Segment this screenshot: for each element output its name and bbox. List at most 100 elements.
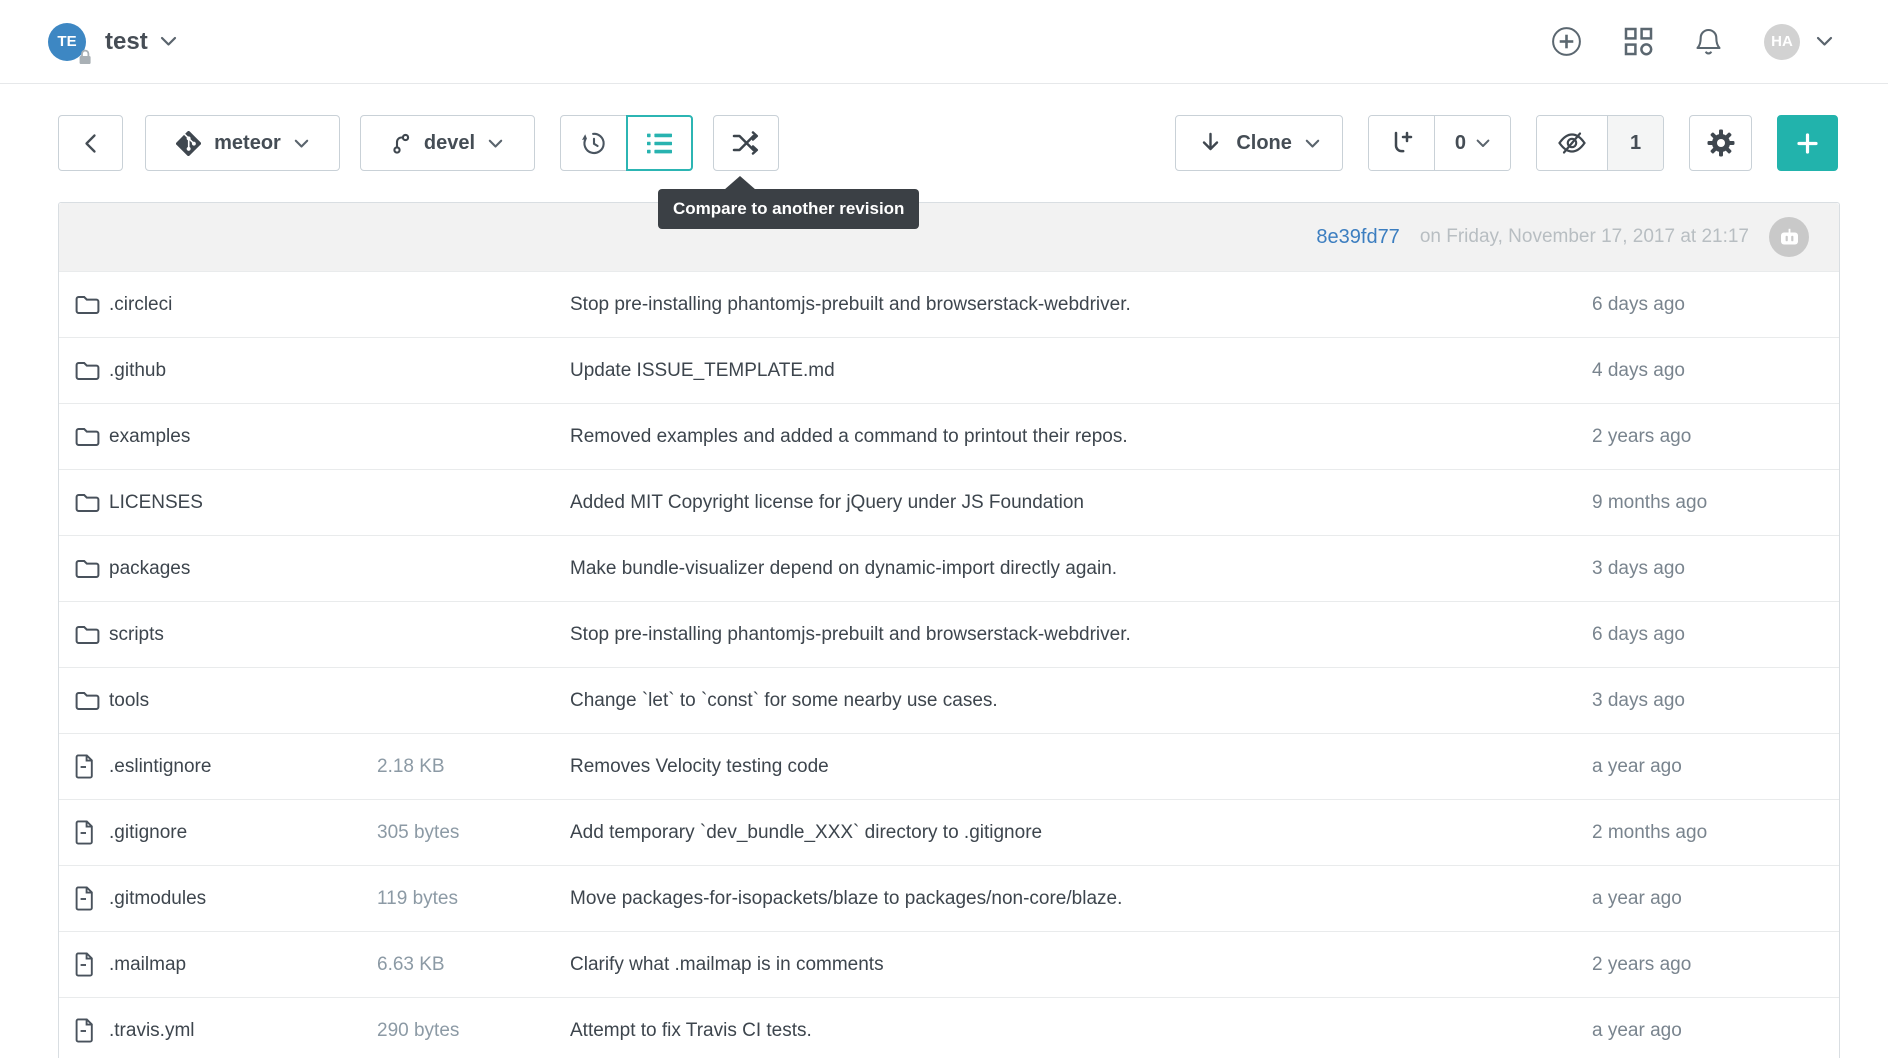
project-menu[interactable]: TE test — [48, 23, 177, 61]
last-modified-time: a year ago — [1584, 1020, 1839, 1042]
folder-icon — [75, 426, 109, 447]
table-row[interactable]: .mailmap 6.63 KB Clarify what .mailmap i… — [59, 931, 1839, 997]
file-icon — [75, 1018, 109, 1043]
apps-menu-button[interactable] — [1624, 27, 1653, 56]
download-icon — [1198, 131, 1223, 155]
commit-message-link[interactable]: Make bundle-visualizer depend on dynamic… — [562, 558, 1584, 580]
table-row[interactable]: .circleci Stop pre-installing phantomjs-… — [59, 271, 1839, 337]
table-row[interactable]: .travis.yml 290 bytes Attempt to fix Tra… — [59, 997, 1839, 1058]
repo-selector[interactable]: meteor — [145, 115, 340, 171]
commit-header: 8e39fd77 on Friday, November 17, 2017 at… — [59, 203, 1839, 271]
commit-message-link[interactable]: Change `let` to `const` for some nearby … — [562, 690, 1584, 712]
table-row[interactable]: .eslintignore 2.18 KB Removes Velocity t… — [59, 733, 1839, 799]
plus-icon — [1796, 132, 1819, 155]
commit-message-link[interactable]: Removed examples and added a command to … — [562, 426, 1584, 448]
unwatch-button[interactable] — [1537, 116, 1607, 170]
compare-revision-button[interactable] — [713, 115, 779, 171]
commit-message-link[interactable]: Stop pre-installing phantomjs-prebuilt a… — [562, 294, 1584, 316]
file-name-link[interactable]: .mailmap — [109, 954, 369, 976]
file-browser-toolbar: meteor devel — [58, 115, 1838, 171]
open-merge-request-button[interactable] — [1369, 116, 1434, 170]
file-icon — [75, 754, 109, 779]
file-name-link[interactable]: examples — [109, 426, 369, 448]
lock-icon — [78, 49, 92, 65]
history-icon — [579, 129, 608, 158]
watch-control: 1 — [1536, 115, 1664, 171]
commit-date: on Friday, November 17, 2017 at 21:17 — [1420, 226, 1749, 248]
git-repo-icon — [176, 131, 201, 156]
eye-off-icon — [1557, 130, 1587, 156]
chevron-down-icon — [1305, 139, 1320, 149]
clone-button[interactable]: Clone — [1175, 115, 1343, 171]
file-name-link[interactable]: .travis.yml — [109, 1020, 369, 1042]
add-file-button[interactable] — [1777, 115, 1838, 171]
last-modified-time: 6 days ago — [1584, 294, 1839, 316]
commit-message-link[interactable]: Move packages-for-isopackets/blaze to pa… — [562, 888, 1584, 910]
branch-icon — [392, 132, 411, 155]
merge-request-count[interactable]: 0 — [1434, 116, 1510, 170]
user-avatar-initials: HA — [1771, 33, 1793, 50]
user-avatar: HA — [1764, 24, 1800, 60]
last-modified-time: 3 days ago — [1584, 558, 1839, 580]
table-row[interactable]: .gitignore 305 bytes Add temporary `dev_… — [59, 799, 1839, 865]
user-menu[interactable]: HA — [1764, 24, 1833, 60]
last-modified-time: a year ago — [1584, 888, 1839, 910]
folder-icon — [75, 360, 109, 381]
last-modified-time: 2 years ago — [1584, 954, 1839, 976]
branch-selector[interactable]: devel — [360, 115, 535, 171]
commit-message-link[interactable]: Added MIT Copyright license for jQuery u… — [562, 492, 1584, 514]
compare-tooltip: Compare to another revision — [658, 189, 919, 229]
table-row[interactable]: LICENSES Added MIT Copyright license for… — [59, 469, 1839, 535]
file-name-link[interactable]: .gitignore — [109, 822, 369, 844]
folder-icon — [75, 558, 109, 579]
file-name-link[interactable]: tools — [109, 690, 369, 712]
back-button[interactable] — [58, 115, 123, 171]
gear-icon — [1706, 128, 1736, 158]
file-name-link[interactable]: scripts — [109, 624, 369, 646]
file-name-link[interactable]: .gitmodules — [109, 888, 369, 910]
file-name-link[interactable]: .circleci — [109, 294, 369, 316]
commit-message-link[interactable]: Attempt to fix Travis CI tests. — [562, 1020, 1584, 1042]
commit-hash-link[interactable]: 8e39fd77 — [1316, 226, 1399, 249]
commit-message-link[interactable]: Removes Velocity testing code — [562, 756, 1584, 778]
notifications-button[interactable] — [1695, 27, 1722, 56]
file-icon — [75, 952, 109, 977]
branch-selector-label: devel — [424, 132, 475, 155]
clone-button-label: Clone — [1236, 132, 1292, 155]
file-name-link[interactable]: packages — [109, 558, 369, 580]
create-new-button[interactable] — [1551, 26, 1582, 57]
file-size: 119 bytes — [369, 888, 562, 910]
file-name-link[interactable]: LICENSES — [109, 492, 369, 514]
file-size: 305 bytes — [369, 822, 562, 844]
file-name-link[interactable]: .github — [109, 360, 369, 382]
table-row[interactable]: .gitmodules 119 bytes Move packages-for-… — [59, 865, 1839, 931]
merge-request-control: 0 — [1368, 115, 1511, 171]
table-row[interactable]: packages Make bundle-visualizer depend o… — [59, 535, 1839, 601]
commit-message-link[interactable]: Clarify what .mailmap is in comments — [562, 954, 1584, 976]
repo-selector-label: meteor — [214, 132, 281, 155]
file-table-body: .circleci Stop pre-installing phantomjs-… — [59, 271, 1839, 1058]
chevron-down-icon — [1476, 139, 1490, 148]
files-list-view-button[interactable] — [626, 115, 693, 171]
table-row[interactable]: scripts Stop pre-installing phantomjs-pr… — [59, 601, 1839, 667]
repo-settings-button[interactable] — [1689, 115, 1752, 171]
table-row[interactable]: tools Change `let` to `const` for some n… — [59, 667, 1839, 733]
commit-message-link[interactable]: Update ISSUE_TEMPLATE.md — [562, 360, 1584, 382]
history-view-button[interactable] — [560, 115, 627, 171]
last-modified-time: a year ago — [1584, 756, 1839, 778]
last-modified-time: 6 days ago — [1584, 624, 1839, 646]
project-name: test — [105, 28, 148, 56]
file-name-link[interactable]: .eslintignore — [109, 756, 369, 778]
table-row[interactable]: examples Removed examples and added a co… — [59, 403, 1839, 469]
view-mode-switcher — [560, 115, 693, 171]
project-avatar: TE — [48, 23, 86, 61]
last-modified-time: 2 months ago — [1584, 822, 1839, 844]
commit-message-link[interactable]: Stop pre-installing phantomjs-prebuilt a… — [562, 624, 1584, 646]
chevron-down-icon — [1816, 36, 1833, 47]
file-icon — [75, 886, 109, 911]
watcher-count[interactable]: 1 — [1607, 116, 1663, 170]
table-row[interactable]: .github Update ISSUE_TEMPLATE.md 4 days … — [59, 337, 1839, 403]
commit-message-link[interactable]: Add temporary `dev_bundle_XXX` directory… — [562, 822, 1584, 844]
bot-avatar-icon — [1769, 217, 1809, 257]
folder-icon — [75, 690, 109, 711]
